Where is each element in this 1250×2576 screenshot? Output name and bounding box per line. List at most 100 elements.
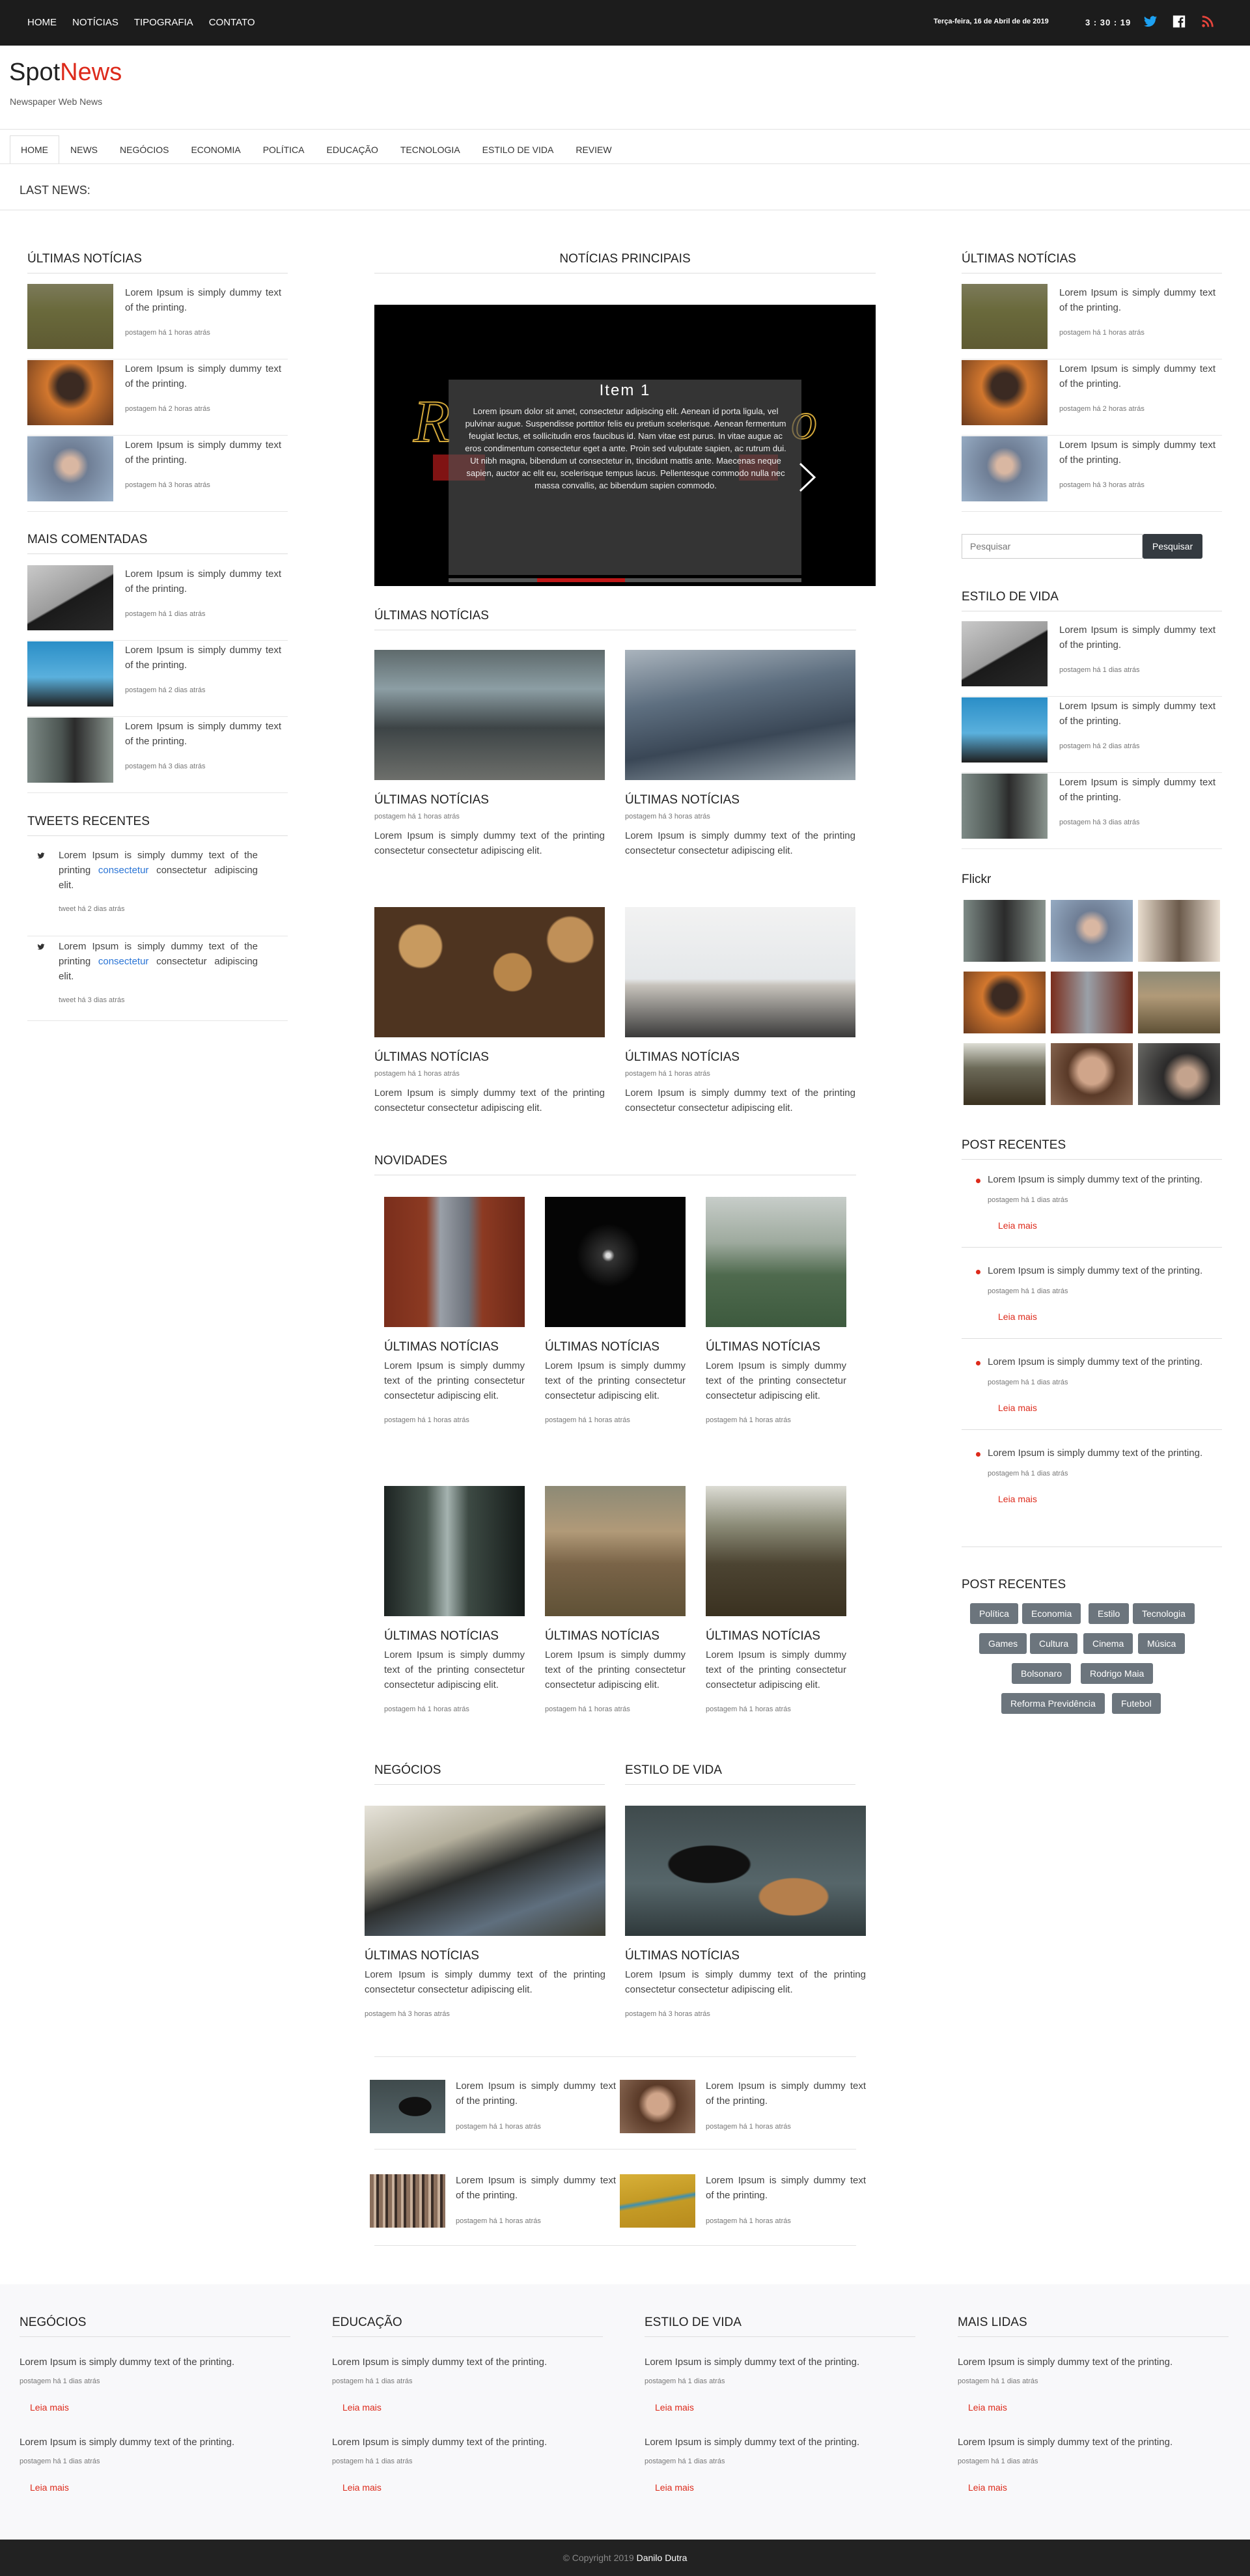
news-image[interactable]: [384, 1486, 525, 1616]
news-image[interactable]: [374, 907, 605, 1037]
list-item-text[interactable]: Lorem Ipsum is simply dummy text of the …: [125, 643, 281, 673]
recent-post[interactable]: Lorem Ipsum is simply dummy text of the …: [962, 1172, 1222, 1248]
card-title[interactable]: ÚLTIMAS NOTÍCIAS: [625, 1050, 855, 1065]
search-button[interactable]: Pesquisar: [1143, 534, 1202, 559]
list-item[interactable]: Lorem Ipsum is simply dummy text of the …: [620, 2152, 867, 2228]
read-more-link[interactable]: Leia mais: [655, 2402, 905, 2413]
flickr-photo[interactable]: [1051, 1043, 1133, 1105]
card-title[interactable]: ÚLTIMAS NOTÍCIAS: [545, 1340, 686, 1354]
news-image[interactable]: [374, 650, 605, 780]
list-item[interactable]: Lorem Ipsum is simply dummy text of the …: [27, 718, 288, 793]
news-thumbnail[interactable]: [962, 697, 1048, 763]
footer-item[interactable]: Lorem Ipsum is simply dummy text of the …: [645, 2435, 905, 2493]
tag-games[interactable]: Games: [979, 1633, 1027, 1654]
footer-item-text[interactable]: Lorem Ipsum is simply dummy text of the …: [332, 2355, 592, 2370]
read-more-link[interactable]: Leia mais: [30, 2402, 280, 2413]
tweet-item[interactable]: Lorem Ipsum is simply dummy text of the …: [27, 848, 288, 936]
news-image[interactable]: [625, 907, 855, 1037]
news-image[interactable]: [384, 1197, 525, 1327]
news-thumbnail[interactable]: [962, 284, 1048, 349]
news-thumbnail[interactable]: [27, 360, 113, 425]
card-title[interactable]: ÚLTIMAS NOTÍCIAS: [706, 1629, 846, 1644]
search-input[interactable]: [962, 534, 1143, 559]
footer-item[interactable]: Lorem Ipsum is simply dummy text of the …: [332, 2435, 592, 2493]
news-thumbnail[interactable]: [370, 2080, 445, 2133]
tag-estilo[interactable]: Estilo: [1089, 1603, 1130, 1624]
news-image[interactable]: [625, 1806, 866, 1936]
read-more-link[interactable]: Leia mais: [655, 2482, 905, 2493]
footer-item-text[interactable]: Lorem Ipsum is simply dummy text of the …: [645, 2435, 905, 2450]
tag-tecnologia[interactable]: Tecnologia: [1133, 1603, 1195, 1624]
flickr-photo[interactable]: [1138, 1043, 1220, 1105]
post-text[interactable]: Lorem Ipsum is simply dummy text of the …: [988, 1446, 1202, 1461]
menu-item-review[interactable]: REVIEW: [564, 135, 622, 164]
news-card[interactable]: ÚLTIMAS NOTÍCIAS Lorem Ipsum is simply d…: [384, 1486, 525, 1713]
twitter-icon[interactable]: [1143, 14, 1158, 29]
read-more-link[interactable]: Leia mais: [998, 1311, 1037, 1322]
menu-item-news[interactable]: NEWS: [59, 135, 109, 164]
footer-item[interactable]: Lorem Ipsum is simply dummy text of the …: [958, 2355, 1218, 2413]
list-item-text[interactable]: Lorem Ipsum is simply dummy text of the …: [125, 719, 281, 749]
list-item-text[interactable]: Lorem Ipsum is simply dummy text of the …: [1059, 438, 1215, 468]
list-item-text[interactable]: Lorem Ipsum is simply dummy text of the …: [456, 2173, 616, 2203]
news-image[interactable]: [365, 1806, 605, 1936]
author-link[interactable]: Danilo Dutra: [637, 2553, 688, 2563]
news-thumbnail[interactable]: [27, 436, 113, 501]
tag-bolsonaro[interactable]: Bolsonaro: [1012, 1663, 1072, 1684]
top-nav-home[interactable]: HOME: [27, 17, 57, 28]
list-item[interactable]: Lorem Ipsum is simply dummy text of the …: [27, 436, 288, 512]
footer-item-text[interactable]: Lorem Ipsum is simply dummy text of the …: [332, 2435, 592, 2450]
news-card[interactable]: ÚLTIMAS NOTÍCIAS postagem há 1 horas atr…: [374, 907, 605, 1115]
slider-next-icon[interactable]: [798, 461, 817, 494]
list-item-text[interactable]: Lorem Ipsum is simply dummy text of the …: [125, 567, 281, 596]
news-image[interactable]: [545, 1197, 686, 1327]
tag-cinema[interactable]: Cinema: [1083, 1633, 1133, 1654]
menu-item-economia[interactable]: ECONOMIA: [180, 135, 251, 164]
card-title[interactable]: ÚLTIMAS NOTÍCIAS: [384, 1629, 525, 1644]
news-image[interactable]: [706, 1486, 846, 1616]
news-card[interactable]: ÚLTIMAS NOTÍCIAS Lorem Ipsum is simply d…: [365, 1806, 605, 2018]
flickr-photo[interactable]: [964, 1043, 1046, 1105]
post-text[interactable]: Lorem Ipsum is simply dummy text of the …: [988, 1172, 1202, 1187]
featured-slider[interactable]: ​ R o Item 1 Lorem ipsum dolor sit amet,…: [374, 305, 876, 586]
menu-item-home[interactable]: HOME: [10, 135, 59, 164]
list-item-text[interactable]: Lorem Ipsum is simply dummy text of the …: [706, 2173, 866, 2203]
flickr-photo[interactable]: [1138, 972, 1220, 1033]
tweet-link[interactable]: consectetur: [98, 865, 149, 876]
facebook-icon[interactable]: [1172, 14, 1186, 29]
read-more-link[interactable]: Leia mais: [998, 1220, 1037, 1231]
read-more-link[interactable]: Leia mais: [998, 1494, 1037, 1504]
rss-icon[interactable]: [1201, 14, 1215, 29]
news-card[interactable]: ÚLTIMAS NOTÍCIAS Lorem Ipsum is simply d…: [545, 1486, 686, 1713]
read-more-link[interactable]: Leia mais: [968, 2482, 1218, 2493]
tag-rodrigo-maia[interactable]: Rodrigo Maia: [1081, 1663, 1154, 1684]
footer-item-text[interactable]: Lorem Ipsum is simply dummy text of the …: [20, 2355, 280, 2370]
card-title[interactable]: ÚLTIMAS NOTÍCIAS: [706, 1340, 846, 1354]
list-item-text[interactable]: Lorem Ipsum is simply dummy text of the …: [1059, 775, 1215, 805]
list-item[interactable]: Lorem Ipsum is simply dummy text of the …: [27, 284, 288, 359]
read-more-link[interactable]: Leia mais: [30, 2482, 280, 2493]
tag-economia[interactable]: Economia: [1022, 1603, 1081, 1624]
footer-item[interactable]: Lorem Ipsum is simply dummy text of the …: [20, 2355, 280, 2413]
news-card[interactable]: ÚLTIMAS NOTÍCIAS Lorem Ipsum is simply d…: [706, 1486, 846, 1713]
footer-item[interactable]: Lorem Ipsum is simply dummy text of the …: [645, 2355, 905, 2413]
tag-musica[interactable]: Música: [1138, 1633, 1186, 1654]
list-item-text[interactable]: Lorem Ipsum is simply dummy text of the …: [125, 361, 281, 391]
footer-item-text[interactable]: Lorem Ipsum is simply dummy text of the …: [958, 2435, 1218, 2450]
menu-item-estilo-de-vida[interactable]: ESTILO DE VIDA: [471, 135, 565, 164]
list-item-text[interactable]: Lorem Ipsum is simply dummy text of the …: [125, 285, 281, 315]
footer-item[interactable]: Lorem Ipsum is simply dummy text of the …: [20, 2435, 280, 2493]
top-nav-tipografia[interactable]: TIPOGRAFIA: [134, 17, 193, 28]
card-title[interactable]: ÚLTIMAS NOTÍCIAS: [384, 1340, 525, 1354]
news-thumbnail[interactable]: [27, 641, 113, 707]
list-item[interactable]: Lorem Ipsum is simply dummy text of the …: [620, 2058, 867, 2133]
list-item[interactable]: Lorem Ipsum is simply dummy text of the …: [27, 641, 288, 717]
list-item[interactable]: Lorem Ipsum is simply dummy text of the …: [27, 565, 288, 641]
flickr-photo[interactable]: [1138, 900, 1220, 962]
news-thumbnail[interactable]: [962, 360, 1048, 425]
list-item[interactable]: Lorem Ipsum is simply dummy text of the …: [962, 697, 1222, 773]
menu-item-tecnologia[interactable]: TECNOLOGIA: [389, 135, 471, 164]
list-item[interactable]: Lorem Ipsum is simply dummy text of the …: [370, 2058, 617, 2133]
tag-reforma-previdencia[interactable]: Reforma Previdência: [1001, 1693, 1105, 1714]
site-logo[interactable]: SpotNews: [9, 59, 122, 87]
